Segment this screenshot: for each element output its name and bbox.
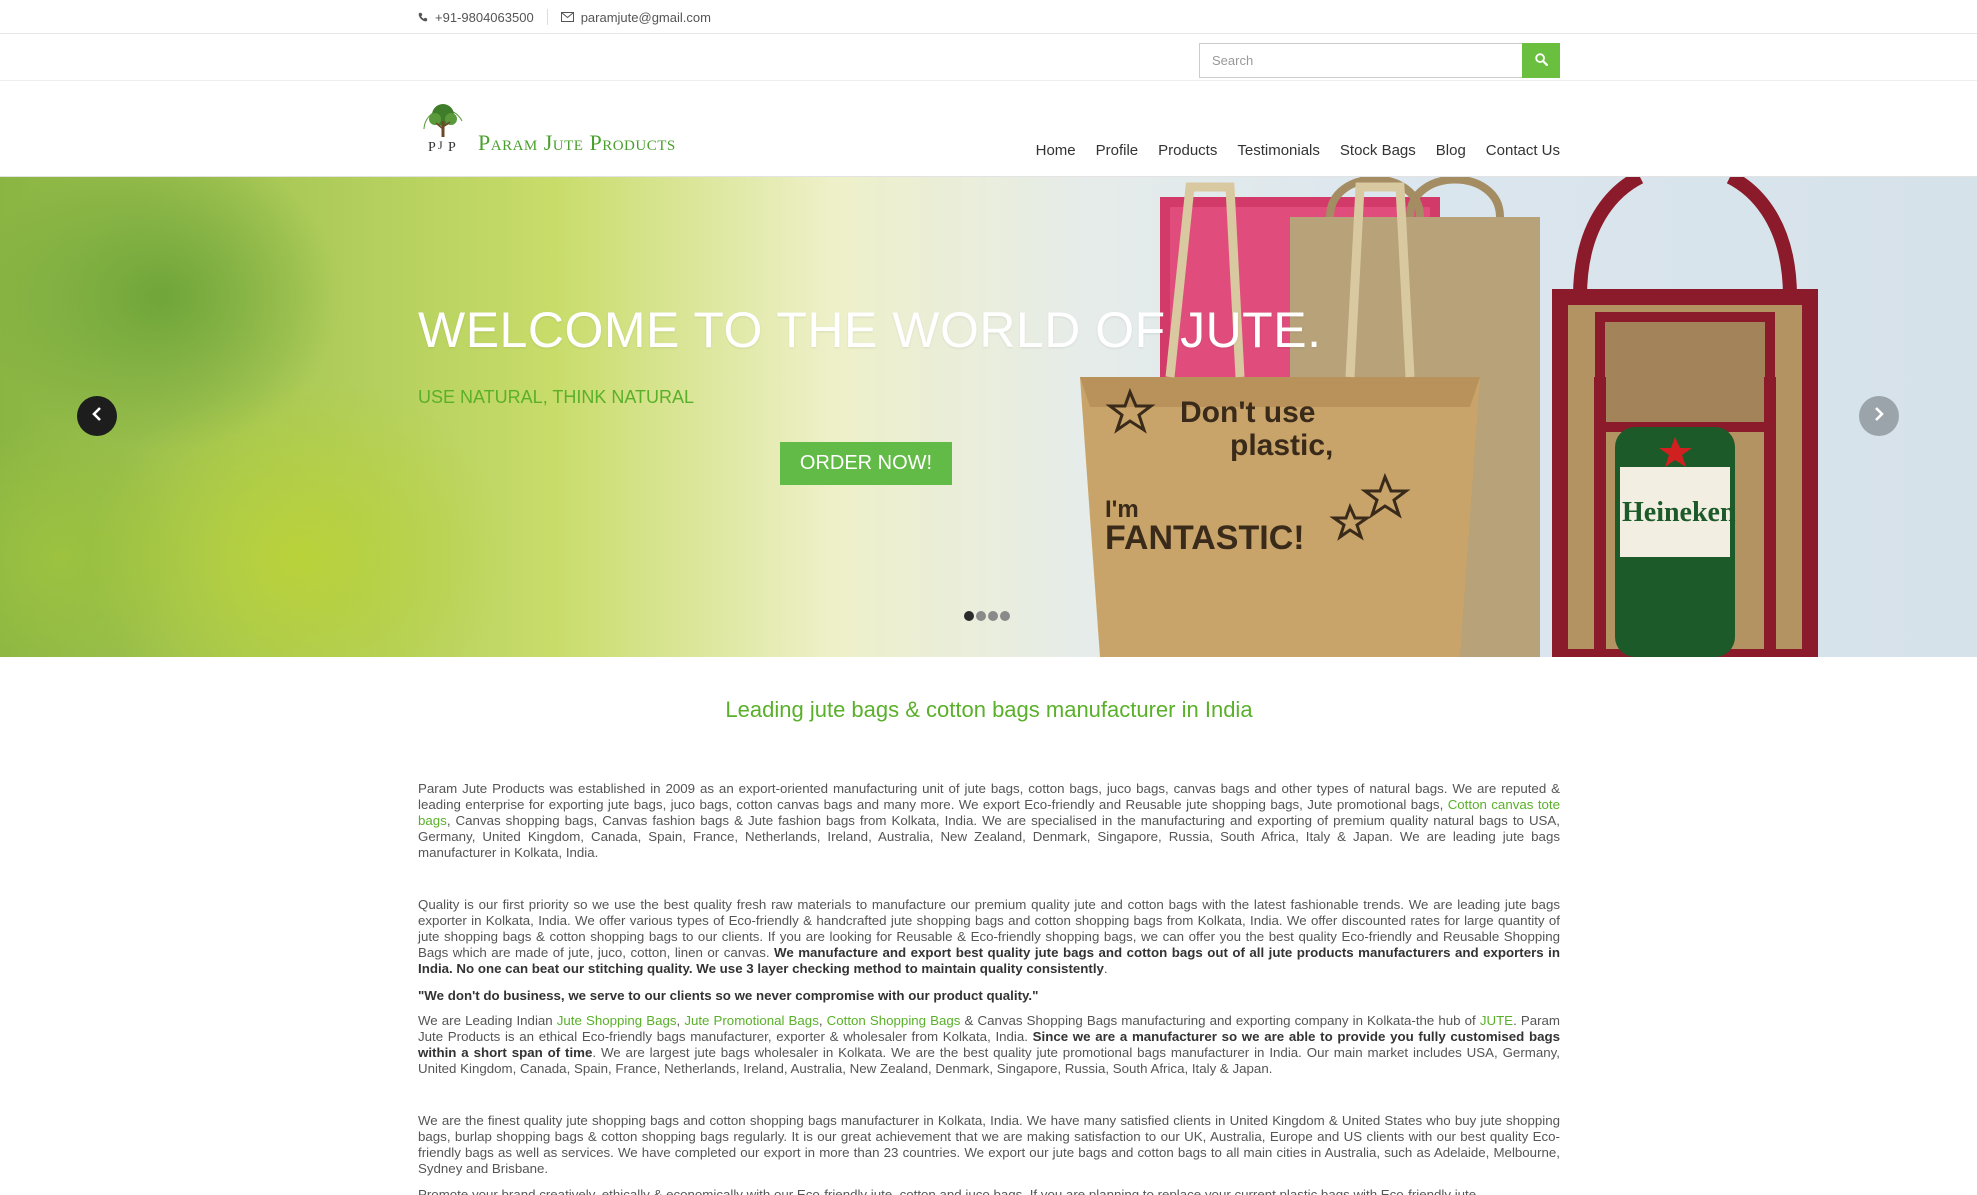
phone-icon [418, 10, 428, 25]
svg-text:FANTASTIC!: FANTASTIC! [1105, 519, 1305, 557]
search-button[interactable] [1522, 43, 1560, 78]
svg-text:P: P [448, 140, 456, 155]
svg-text:Heineken: Heineken [1622, 497, 1736, 528]
email-contact[interactable]: paramjute@gmail.com [560, 9, 711, 25]
search-input[interactable] [1199, 43, 1522, 78]
slide-dot-4[interactable] [1000, 611, 1010, 621]
slide-dot-1[interactable] [964, 611, 974, 621]
svg-text:J: J [438, 138, 443, 152]
hero-slider: Don't use plastic, I'm FANTASTIC! Heinek… [0, 177, 1977, 657]
products-paragraph: We are Leading Indian Jute Shopping Bags… [418, 1013, 1560, 1077]
product-bags-image: Don't use plastic, I'm FANTASTIC! Heinek… [1080, 177, 1818, 657]
phone-number: +91-9804063500 [435, 9, 534, 25]
site-logo[interactable]: P J P Param Jute Products [418, 99, 676, 160]
chevron-right-icon [1872, 406, 1886, 427]
main-content: Leading jute bags & cotton bags manufact… [418, 697, 1560, 1195]
intro-paragraph: Param Jute Products was established in 2… [418, 781, 1560, 861]
paragraph-text: , Canvas shopping bags, Canvas fashion b… [418, 813, 1560, 860]
slide-dot-3[interactable] [988, 611, 998, 621]
main-nav: Home Profile Products Testimonials Stock… [1036, 142, 1560, 159]
site-header: P J P Param Jute Products Home Profile P… [0, 81, 1977, 177]
quality-quote: "We don't do business, we serve to our c… [418, 988, 1039, 1003]
hero-title: WELCOME TO THE WORLD OF JUTE. [418, 302, 1322, 358]
tree-logo-icon: P J P [418, 99, 468, 160]
clients-paragraph: We are the finest quality jute shopping … [418, 1113, 1560, 1176]
envelope-icon [560, 10, 574, 25]
jute-shopping-bags-link[interactable]: Jute Shopping Bags [557, 1013, 677, 1028]
slider-indicators [964, 611, 1010, 621]
slider-next-button[interactable] [1859, 396, 1899, 436]
cotton-shopping-bags-link[interactable]: Cotton Shopping Bags [827, 1013, 961, 1028]
paragraph-text: Param Jute Products was established in 2… [418, 781, 1560, 812]
divider [546, 9, 548, 25]
logo-text: Param Jute Products [478, 130, 676, 155]
search-row [0, 34, 1977, 81]
jute-link[interactable]: JUTE [1480, 1013, 1513, 1028]
svg-text:Don't use: Don't use [1180, 396, 1315, 429]
nav-products[interactable]: Products [1158, 142, 1217, 159]
search-form [1199, 43, 1560, 78]
jute-promotional-bags-link[interactable]: Jute Promotional Bags [684, 1013, 819, 1028]
nav-testimonials[interactable]: Testimonials [1237, 142, 1320, 159]
chevron-left-icon [90, 406, 104, 427]
paragraph-text: , [818, 1013, 827, 1028]
phone-contact[interactable]: +91-9804063500 [418, 10, 534, 25]
slider-prev-button[interactable] [77, 396, 117, 436]
paragraph-text: & Canvas Shopping Bags manufacturing and… [960, 1013, 1480, 1028]
paragraph-text: . [1103, 961, 1108, 976]
paragraph-text: We are Leading Indian [418, 1013, 557, 1028]
promote-paragraph: Promote your brand creatively, ethically… [418, 1187, 1477, 1195]
hero-subtitle: USE NATURAL, THINK NATURAL [418, 387, 695, 407]
email-address: paramjute@gmail.com [580, 9, 711, 25]
order-now-button[interactable]: ORDER NOW! [780, 442, 952, 485]
nav-stock-bags[interactable]: Stock Bags [1340, 142, 1416, 159]
nav-contact-us[interactable]: Contact Us [1486, 142, 1560, 159]
section-heading: Leading jute bags & cotton bags manufact… [725, 697, 1253, 722]
nav-home[interactable]: Home [1036, 142, 1076, 159]
nav-blog[interactable]: Blog [1436, 142, 1466, 159]
top-contact-bar: +91-9804063500 paramjute@gmail.com [0, 0, 1977, 34]
slide-dot-2[interactable] [976, 611, 986, 621]
quality-paragraph: Quality is our first priority so we use … [418, 897, 1560, 977]
nav-profile[interactable]: Profile [1096, 142, 1139, 159]
search-icon [1534, 52, 1548, 69]
svg-text:plastic,: plastic, [1230, 429, 1333, 462]
svg-text:P: P [428, 140, 436, 155]
